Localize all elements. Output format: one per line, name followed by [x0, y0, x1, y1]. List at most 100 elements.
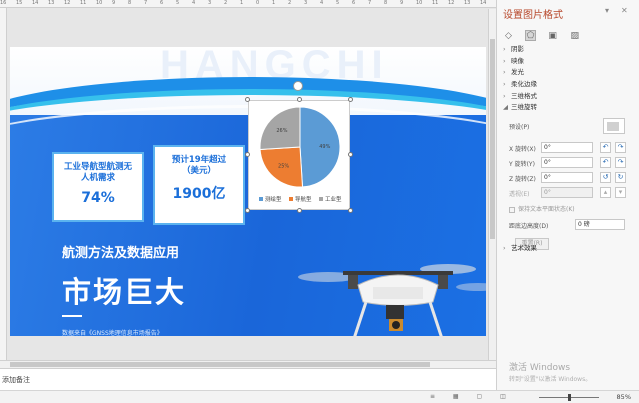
chevron-right-icon: › [503, 91, 506, 100]
ruler-tick: 8 [128, 0, 132, 6]
rotate-up-icon[interactable]: ↶ [600, 157, 611, 168]
section-soft-edges[interactable]: › 柔化边缘 [503, 79, 633, 91]
pie-chart-svg: 49% 25% 26% 测绘型 导航型 工业型 [259, 106, 342, 203]
keep-text-flat-option[interactable]: 保持文本平面状态(K) [509, 204, 633, 213]
ruler-tick: 2 [224, 0, 228, 6]
ruler-tick: 10 [416, 0, 423, 6]
vertical-scrollbar[interactable] [488, 9, 496, 360]
section-shadow[interactable]: › 阴影 [503, 44, 633, 56]
legend-label: 测绘型 [265, 195, 282, 203]
ruler-tick: 5 [176, 0, 180, 6]
slide-subtitle[interactable]: 航测方法及数据应用 [62, 242, 179, 261]
section-glow[interactable]: › 发光 [503, 67, 633, 79]
x-rotation-label: X 旋转(X) [509, 146, 536, 153]
horizontal-scrollbar[interactable] [0, 360, 496, 368]
notes-placeholder[interactable]: 添加备注 [2, 375, 30, 385]
windows-activation-watermark: 激活 Windows 转到"设置"以激活 Windows。 [509, 360, 591, 383]
slide-canvas: HANGCHI 工业导航型航测无人机需求 74% 预计19年超过（美元） 190… [8, 9, 488, 360]
section-label: 发光 [511, 68, 524, 77]
resize-handle[interactable] [297, 208, 302, 213]
ruler-tick: 3 [304, 0, 308, 6]
preset-swatch [607, 122, 619, 131]
ruler-tick: 15 [16, 0, 23, 6]
preset-dropdown[interactable] [603, 118, 625, 134]
checkbox[interactable] [509, 206, 515, 213]
pane-title: 设置图片格式 [503, 10, 563, 21]
resize-handle[interactable] [348, 97, 353, 102]
view-buttons[interactable]: ≡ ▦ ▢ ◫ [430, 393, 514, 400]
format-picture-pane: 设置图片格式 ▾ ✕ ◇ ⬠ ▣ ▨ › 阴影 › 映像 › 发光 › 柔化边缘 › 三维… [496, 0, 639, 390]
size-properties-tab-icon[interactable]: ▣ [547, 31, 558, 42]
distance-label: 距底边高度(D) [509, 223, 549, 230]
rotate-left-icon[interactable]: ↶ [600, 142, 611, 153]
x-rotation-input[interactable]: 0° [541, 142, 593, 153]
stat-card-value: 74% [81, 190, 115, 206]
ruler-tick: 6 [352, 0, 356, 6]
scroll-thumb[interactable] [490, 39, 495, 239]
preset-label: 预设(P) [509, 124, 530, 131]
ruler-tick: 12 [64, 0, 71, 6]
section-3d-rotation[interactable]: ◢ 三维旋转 [503, 102, 633, 114]
zoom-slider-thumb[interactable] [568, 394, 571, 401]
slide[interactable]: HANGCHI 工业导航型航测无人机需求 74% 预计19年超过（美元） 190… [10, 47, 486, 336]
resize-handle[interactable] [348, 208, 353, 213]
ruler-tick: 14 [480, 0, 487, 6]
y-rotation-input[interactable]: 0° [541, 157, 593, 168]
drone-image[interactable] [288, 247, 486, 336]
section-label: 阴影 [511, 45, 524, 53]
rotate-right-icon[interactable]: ↷ [615, 142, 626, 153]
legend-label: 导航型 [295, 195, 312, 203]
resize-handle[interactable] [245, 152, 250, 157]
ruler-tick: 10 [96, 0, 103, 6]
activation-title: 激活 Windows [509, 363, 571, 373]
ruler-tick: 6 [160, 0, 164, 6]
section-3d-format[interactable]: › 三维格式 [503, 91, 633, 103]
notes-pane[interactable]: 添加备注 [0, 368, 496, 390]
ruler-tick: 4 [320, 0, 324, 6]
rotate-cw-icon[interactable]: ↻ [615, 172, 626, 183]
pane-options-icon[interactable]: ▾ [605, 6, 609, 15]
effect-sections: › 阴影 › 映像 › 发光 › 柔化边缘 › 三维格式 ◢ 三维旋转 [503, 44, 633, 114]
stat-card-value: 1900亿 [172, 186, 226, 202]
widen-field-icon[interactable]: ▾ [615, 187, 626, 198]
stat-card-market[interactable]: 预计19年超过（美元） 1900亿 [153, 145, 245, 225]
ruler-tick: 12 [448, 0, 455, 6]
preset-row: 预设(P) [505, 118, 633, 140]
pie-data-label: 25% [278, 164, 289, 170]
section-artistic-effects[interactable]: › 艺术效果 [503, 242, 537, 252]
perspective-input[interactable]: 0° [541, 187, 593, 198]
fill-line-tab-icon[interactable]: ◇ [503, 31, 514, 42]
chevron-down-icon: ◢ [503, 103, 508, 112]
stat-card-demand[interactable]: 工业导航型航测无人机需求 74% [52, 152, 144, 222]
slide-headline[interactable]: 市场巨大 [62, 269, 186, 311]
ruler-tick: 9 [400, 0, 404, 6]
section-label: 艺术效果 [511, 244, 537, 252]
rotate-handle[interactable] [293, 81, 303, 91]
effects-tab-icon[interactable]: ⬠ [525, 30, 537, 41]
ruler-tick: 16 [0, 0, 7, 6]
picture-tab-icon[interactable]: ▨ [569, 31, 580, 42]
ruler-tick: 9 [112, 0, 116, 6]
rotate-down-icon[interactable]: ↷ [615, 157, 626, 168]
chevron-right-icon: › [503, 45, 506, 53]
section-reflection[interactable]: › 映像 [503, 56, 633, 68]
pie-chart[interactable]: 49% 25% 26% 测绘型 导航型 工业型 [248, 100, 350, 210]
checkbox-label: 保持文本平面状态(K) [518, 206, 575, 213]
zoom-level[interactable]: 85% [617, 393, 631, 401]
resize-handle[interactable] [245, 208, 250, 213]
legend-swatch [289, 197, 293, 201]
narrow-field-icon[interactable]: ▴ [600, 187, 611, 198]
scroll-thumb[interactable] [10, 362, 430, 367]
section-label: 三维旋转 [511, 103, 537, 112]
z-rotation-input[interactable]: 0° [541, 172, 593, 183]
resize-handle[interactable] [348, 152, 353, 157]
pie-data-label: 49% [319, 144, 330, 150]
rotate-ccw-icon[interactable]: ↺ [600, 172, 611, 183]
close-icon[interactable]: ✕ [621, 6, 628, 15]
resize-handle[interactable] [297, 97, 302, 102]
source-note[interactable]: 数据来自《GNSS地理信息市场报告》 [62, 328, 163, 336]
z-rotation-row: Z 旋转(Z) 0° ↺ ↻ [505, 170, 633, 185]
distance-input[interactable]: 0 磅 [575, 219, 625, 230]
resize-handle[interactable] [245, 97, 250, 102]
ruler-tick: 4 [192, 0, 196, 6]
